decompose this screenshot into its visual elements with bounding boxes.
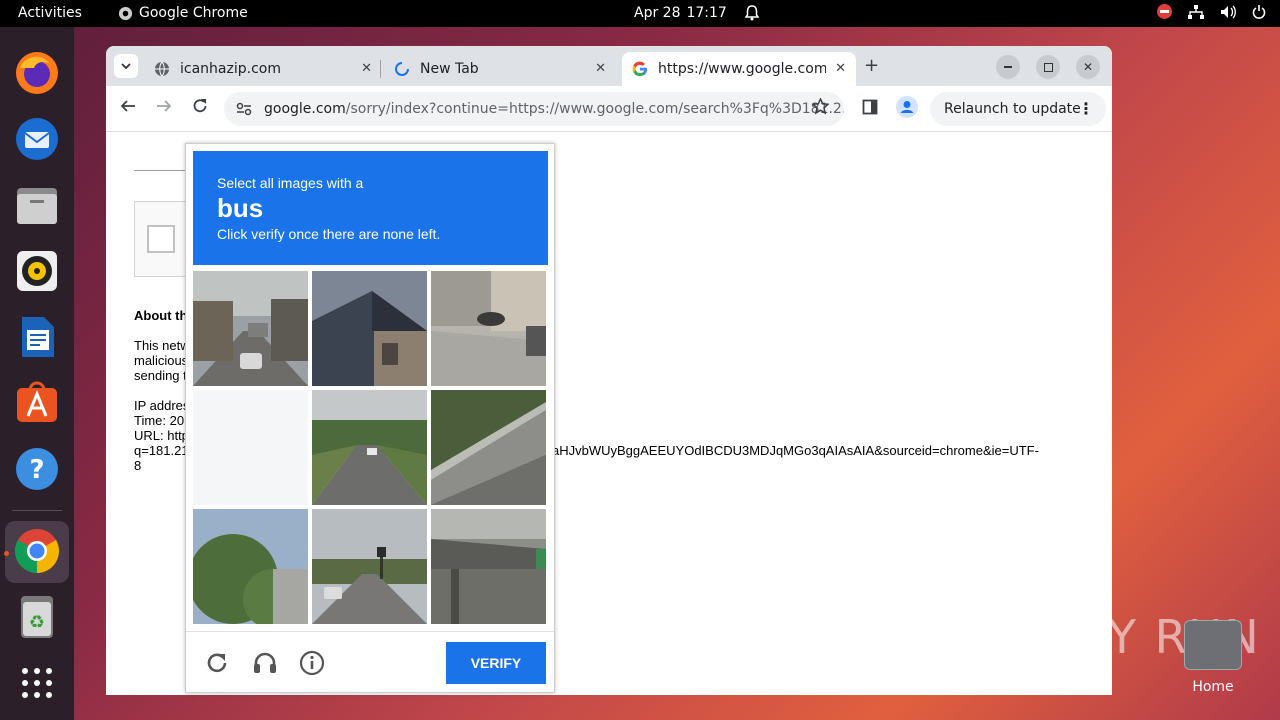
image-tile[interactable] <box>431 390 546 505</box>
activities-button[interactable]: Activities <box>18 5 82 21</box>
files-icon[interactable] <box>13 181 61 229</box>
image-tile[interactable] <box>312 271 427 386</box>
about-heading: About th <box>134 308 188 323</box>
page-text-line: sending t <box>134 368 187 383</box>
software-store-icon[interactable] <box>13 379 61 427</box>
page-text-line: This netw <box>134 338 190 353</box>
page-text-line: malicious <box>134 353 189 368</box>
tab-search-button[interactable] <box>114 54 138 78</box>
url-path: /sorry/index?continue=https://www.google… <box>345 101 844 117</box>
toolbar: google.com/sorry/index?continue=https://… <box>106 86 1112 132</box>
system-tray[interactable] <box>1157 4 1266 19</box>
chevron-down-icon <box>121 62 131 69</box>
challenge-target: bus <box>217 193 264 223</box>
clock-time: 17:17 <box>686 5 727 21</box>
url-tail-8: 8 <box>134 458 142 473</box>
tab-google[interactable]: https://www.google.com ✕ <box>622 52 856 86</box>
close-icon: ✕ <box>1082 60 1094 74</box>
ip-address-line: IP addres <box>134 398 190 413</box>
minimize-icon <box>1004 66 1012 68</box>
chrome-small-icon <box>118 6 133 20</box>
dock-separator <box>12 510 62 511</box>
maximize-button[interactable] <box>1036 55 1060 79</box>
time-line: Time: 20 <box>134 413 185 428</box>
help-icon[interactable]: ? <box>13 445 61 493</box>
firefox-icon[interactable] <box>13 49 61 97</box>
relaunch-to-update-button[interactable]: Relaunch to update ⋮ <box>930 92 1106 126</box>
top-bar: Activities Google Chrome Apr 28 17:17 <box>0 0 1280 27</box>
clock-date: Apr 28 <box>634 5 681 21</box>
app-name: Google Chrome <box>139 5 248 21</box>
side-panel-icon[interactable] <box>862 99 878 120</box>
query-line: q=181.21 <box>134 443 189 458</box>
network-icon <box>1188 4 1204 19</box>
home-folder-label: Home <box>1192 679 1234 695</box>
reload-challenge-icon[interactable] <box>204 650 230 676</box>
close-window-button[interactable]: ✕ <box>1076 55 1100 79</box>
dock: ? ♻ <box>0 27 74 720</box>
power-icon <box>1252 4 1266 19</box>
close-tab-icon[interactable]: ✕ <box>595 61 606 76</box>
loading-spinner-icon <box>395 62 409 76</box>
maximize-icon <box>1043 62 1053 72</box>
image-tile[interactable] <box>193 509 308 624</box>
image-tile[interactable] <box>431 509 546 624</box>
minimize-button[interactable] <box>996 55 1020 79</box>
info-icon[interactable] <box>299 650 325 676</box>
svg-text:?: ? <box>29 455 44 485</box>
tab-title: https://www.google.com <box>658 61 826 77</box>
site-settings-icon[interactable] <box>236 102 252 116</box>
bell-icon <box>744 5 759 21</box>
chrome-icon[interactable] <box>13 527 61 575</box>
close-tab-icon[interactable]: ✕ <box>361 61 372 76</box>
bookmark-star-icon[interactable] <box>811 97 830 120</box>
rhythmbox-icon[interactable] <box>13 247 61 295</box>
relaunch-label: Relaunch to update <box>944 101 1081 117</box>
globe-icon <box>155 61 169 77</box>
image-tile[interactable] <box>312 390 427 505</box>
volume-icon <box>1221 5 1236 18</box>
tab-new-tab[interactable]: New Tab ✕ <box>386 52 616 86</box>
thunderbird-icon[interactable] <box>13 115 61 163</box>
image-tile[interactable] <box>312 509 427 624</box>
google-icon <box>632 61 647 77</box>
recaptcha-challenge: Select all images with a bus Click verif… <box>185 143 555 693</box>
running-indicator <box>4 551 9 556</box>
profile-avatar-icon[interactable] <box>896 96 918 123</box>
tab-title: New Tab <box>420 61 479 77</box>
challenge-footer: VERIFY <box>186 631 554 693</box>
challenge-header: Select all images with a bus Click verif… <box>193 151 548 265</box>
libreoffice-writer-icon[interactable] <box>13 313 61 361</box>
tab-title: icanhazip.com <box>180 61 281 77</box>
recaptcha-checkbox[interactable] <box>147 225 175 253</box>
show-apps-icon[interactable] <box>13 659 61 707</box>
app-menu[interactable]: Google Chrome <box>118 5 248 21</box>
tab-divider <box>380 60 381 78</box>
tab-icanhazip[interactable]: icanhazip.com ✕ <box>146 52 382 86</box>
tab-strip: icanhazip.com ✕ New Tab ✕ https://www.go… <box>106 46 1112 86</box>
kebab-menu-icon[interactable]: ⋮ <box>1078 99 1094 118</box>
url-tail-line: aHJvbWUyBggAEEUYOdIBCDU3MDJqMGo3qAIAsAIA… <box>552 443 1039 458</box>
back-icon[interactable] <box>120 98 136 119</box>
audio-challenge-icon[interactable] <box>252 650 278 676</box>
svg-text:♻: ♻ <box>29 612 45 633</box>
home-folder-icon[interactable] <box>1184 620 1242 670</box>
new-tab-plus-icon[interactable]: + <box>864 55 879 76</box>
reload-icon[interactable] <box>192 98 208 119</box>
close-tab-icon[interactable]: ✕ <box>835 61 846 76</box>
clock[interactable]: Apr 28 17:17 <box>634 5 759 21</box>
forward-icon[interactable] <box>156 98 172 119</box>
image-tile[interactable] <box>193 271 308 386</box>
image-tile[interactable] <box>431 271 546 386</box>
address-bar[interactable]: google.com/sorry/index?continue=https://… <box>224 92 844 126</box>
challenge-hint: Click verify once there are none left. <box>217 226 441 242</box>
url-line: URL: http <box>134 428 189 443</box>
image-tile[interactable] <box>193 390 308 505</box>
url-domain: google.com <box>264 101 346 117</box>
challenge-instruction: Select all images with a <box>217 175 364 191</box>
do-not-disturb-icon <box>1157 4 1172 19</box>
verify-button[interactable]: VERIFY <box>446 642 546 684</box>
trash-icon[interactable]: ♻ <box>13 593 61 641</box>
